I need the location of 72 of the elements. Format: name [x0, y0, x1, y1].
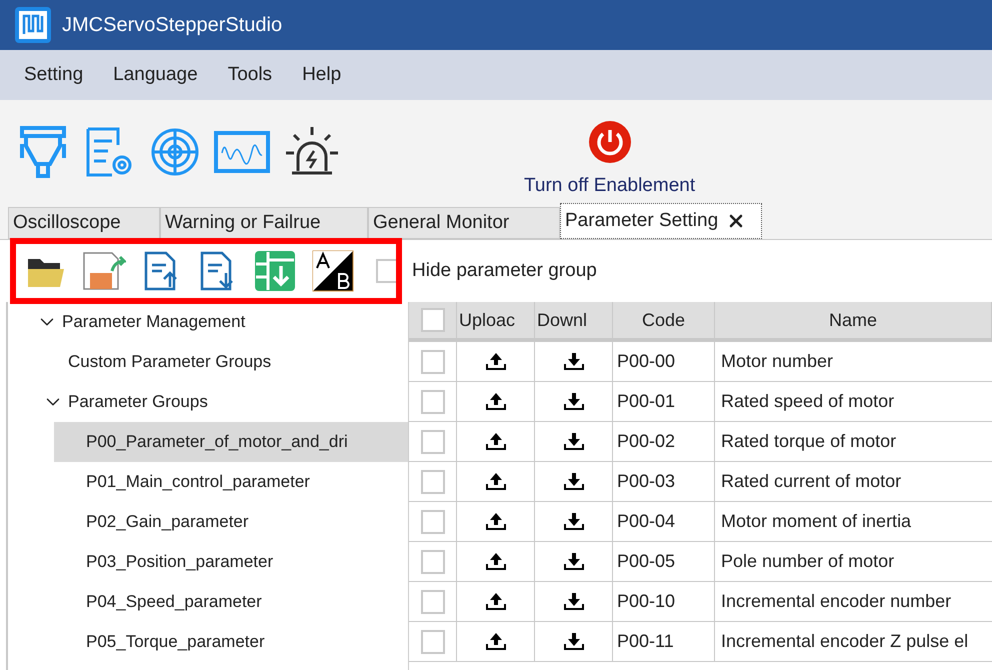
upload-icon[interactable] [484, 392, 506, 412]
table-cell-text: P00-05 [617, 550, 676, 573]
tree-item[interactable]: Parameter Management [8, 302, 408, 342]
download-icon[interactable] [562, 472, 584, 492]
table-cell-text: Pole number of motor [721, 550, 894, 573]
row-checkbox[interactable] [420, 350, 444, 374]
target-icon[interactable] [150, 127, 200, 177]
upload-icon[interactable] [484, 552, 506, 572]
save-file-icon[interactable] [82, 251, 126, 291]
table-cell-text: P00-04 [617, 510, 676, 533]
table-cell-text: P00-02 [617, 430, 676, 453]
table-cell-text: P00-00 [617, 350, 676, 373]
download-icon[interactable] [562, 592, 584, 612]
tree-item[interactable]: P01_Main_control_parameter [8, 462, 408, 502]
table-cell-text: Incremental encoder Z pulse el [721, 630, 968, 653]
table-cell-text: P00-03 [617, 470, 676, 493]
tab[interactable]: Oscilloscope [8, 207, 160, 239]
table-cell-text: Rated torque of motor [721, 430, 896, 453]
row-checkbox[interactable] [420, 390, 444, 414]
column-header[interactable]: Name [715, 302, 992, 338]
download-icon[interactable] [562, 632, 584, 652]
upload-icon[interactable] [484, 512, 506, 532]
window-title: JMCServoStepperStudio [62, 13, 282, 38]
tab[interactable]: Warning or Failrue [160, 207, 368, 239]
tree-item[interactable]: Custom Parameter Groups [8, 342, 408, 382]
table-cell-text: P00-01 [617, 390, 676, 413]
row-checkbox[interactable] [420, 590, 444, 614]
text-swap-icon[interactable] [312, 250, 354, 292]
column-header[interactable]: Code [613, 302, 715, 338]
download-icon[interactable] [562, 352, 584, 372]
tab[interactable]: General Monitor [368, 207, 560, 239]
menu-item[interactable]: Language [113, 60, 198, 90]
table-cell-text: Rated speed of motor [721, 390, 894, 413]
row-checkbox[interactable] [420, 510, 444, 534]
menu-item[interactable]: Setting [24, 60, 84, 90]
upload-icon[interactable] [484, 432, 506, 452]
table-cell-text: Rated current of motor [721, 470, 902, 493]
turn-off-enablement-button[interactable]: Turn off Enablement [524, 120, 696, 200]
tree-item[interactable]: P04_Speed_parameter [8, 582, 408, 622]
select-all-checkbox[interactable] [420, 308, 444, 332]
table-cell-text: P00-11 [617, 630, 674, 653]
waveform-icon[interactable] [214, 129, 270, 175]
table-cell-text: Motor moment of inertia [721, 510, 912, 533]
upload-icon[interactable] [484, 472, 506, 492]
table-cell-text: Motor number [721, 350, 834, 373]
row-checkbox[interactable] [420, 550, 444, 574]
tree-item[interactable]: P03_Position_parameter [8, 542, 408, 582]
table-import-icon[interactable] [254, 250, 296, 292]
row-checkbox[interactable] [420, 470, 444, 494]
tab[interactable]: Parameter Setting [560, 203, 762, 239]
table-cell-text: P00-10 [617, 590, 676, 613]
download-icon[interactable] [562, 512, 584, 532]
tree-item[interactable]: P02_Gain_parameter [8, 502, 408, 542]
download-icon[interactable] [562, 552, 584, 572]
download-icon[interactable] [562, 432, 584, 452]
checkbox-label: Hide parameter group [412, 258, 597, 283]
upload-icon[interactable] [484, 592, 506, 612]
download-icon[interactable] [562, 392, 584, 412]
tree-item[interactable]: P00_Parameter_of_motor_and_dri [54, 422, 408, 462]
power-icon [588, 120, 632, 164]
tree-item[interactable]: Parameter Groups [8, 382, 408, 422]
table-cell-text: Incremental encoder number [721, 590, 952, 613]
menu-item[interactable]: Tools [228, 60, 272, 90]
column-header[interactable]: Uploac [457, 302, 535, 338]
tree-item[interactable]: P05_Torque_parameter [8, 622, 408, 662]
column-header[interactable]: Downl [535, 302, 613, 338]
app-logo-icon [14, 6, 52, 44]
upload-icon[interactable] [484, 352, 506, 372]
menu-item[interactable]: Help [302, 60, 342, 90]
upload-icon[interactable] [484, 632, 506, 652]
row-checkbox[interactable] [420, 630, 444, 654]
row-checkbox[interactable] [420, 430, 444, 454]
